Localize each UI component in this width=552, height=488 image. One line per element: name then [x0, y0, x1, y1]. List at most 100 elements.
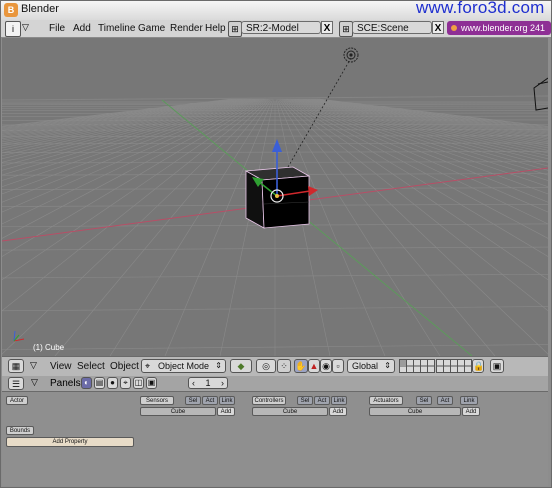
- sensors-act-toggle[interactable]: Act: [202, 396, 218, 405]
- scale-manipulator-button[interactable]: ◉: [320, 359, 332, 373]
- collapse-triangle-icon[interactable]: ▽: [30, 360, 37, 371]
- screen-delete-button[interactable]: X: [321, 21, 333, 34]
- blender-url-badge[interactable]: www.blender.org 241: [447, 21, 551, 35]
- lock-layers-button[interactable]: 🔒: [472, 359, 484, 373]
- manipulator-extra-button[interactable]: ▫: [332, 359, 344, 373]
- image-icon: ▣: [147, 378, 156, 387]
- layer-grid-1[interactable]: [399, 359, 435, 373]
- sensors-title-button[interactable]: Sensors: [140, 396, 174, 405]
- actuators-title-button[interactable]: Actuators: [369, 396, 403, 405]
- sensors-sel-toggle[interactable]: Sel: [185, 396, 201, 405]
- window-type-menu-button[interactable]: i: [5, 21, 21, 37]
- actor-button[interactable]: Actor: [6, 396, 28, 405]
- controllers-link-toggle[interactable]: Link: [331, 396, 347, 405]
- scene-name-field[interactable]: SCE:Scene: [352, 21, 432, 34]
- buttons-header: ☰ ▽ Panels ◐ ▤ ● ⌖ ◫ ▣ ‹ 1 ›: [2, 376, 548, 392]
- screen-browse-button[interactable]: ⊞: [228, 21, 242, 37]
- blender-app-icon: B: [4, 3, 18, 17]
- actuators-act-toggle[interactable]: Act: [437, 396, 453, 405]
- add-property-button[interactable]: Add Property: [6, 437, 134, 447]
- window-title: Blender: [21, 3, 59, 15]
- shading-context-button[interactable]: ●: [107, 377, 118, 389]
- actuators-link-toggle[interactable]: Link: [460, 396, 478, 405]
- menu-file[interactable]: File: [49, 23, 65, 34]
- window-type-icon: i: [12, 24, 14, 34]
- mode-select[interactable]: ⌖ Object Mode ⇕: [141, 359, 226, 373]
- sphere-icon: ●: [110, 378, 115, 387]
- rotate-manipulator-button[interactable]: ▲: [308, 359, 320, 373]
- translate-manipulator-button[interactable]: ✋: [294, 359, 308, 373]
- arrow-left-icon: ‹: [192, 378, 195, 388]
- screen-browse-icon: ⊞: [231, 24, 239, 34]
- panels-label: Panels: [50, 378, 81, 389]
- image-icon: ▣: [492, 361, 502, 371]
- script-icon: ▤: [95, 378, 104, 387]
- triangle-warning-icon: ▲: [309, 361, 319, 371]
- editor-type-button[interactable]: ☰: [8, 377, 24, 390]
- 3d-viewport[interactable]: [2, 38, 548, 356]
- controllers-title-button[interactable]: Controllers: [252, 396, 286, 405]
- controllers-sel-toggle[interactable]: Sel: [297, 396, 313, 405]
- controllers-act-toggle[interactable]: Act: [314, 396, 330, 405]
- menu-render[interactable]: Render: [170, 23, 203, 34]
- updown-arrows-icon: ⇕: [384, 361, 391, 370]
- lamp-icon: [343, 47, 359, 63]
- list-icon: ☰: [11, 379, 21, 389]
- pivot-select[interactable]: ◎: [256, 359, 276, 373]
- menu-timeline[interactable]: Timeline: [98, 23, 135, 34]
- editor-type-button[interactable]: ▦: [8, 359, 24, 373]
- collapse-triangle-icon[interactable]: ▽: [22, 22, 29, 33]
- actuators-add-button[interactable]: Add: [462, 407, 480, 416]
- arrow-right-icon: ›: [221, 378, 224, 388]
- menu-help[interactable]: Help: [205, 23, 226, 34]
- menu-game[interactable]: Game: [138, 23, 165, 34]
- 3d-view-header: ▦ ▽ View Select Object ⌖ Object Mode ⇕ ◆…: [2, 356, 548, 377]
- menu-select[interactable]: Select: [77, 361, 105, 372]
- actuators-object-field[interactable]: Cube: [369, 407, 461, 416]
- orientation-select[interactable]: Global ⇕: [347, 359, 395, 373]
- scene-browse-icon: ⊞: [342, 24, 350, 34]
- editing-context-button[interactable]: ◫: [133, 377, 144, 389]
- draw-type-select[interactable]: ◆: [230, 359, 252, 373]
- hand-icon: ✋: [295, 361, 307, 371]
- ground-grid: [2, 98, 548, 356]
- render-preview-button[interactable]: ▣: [490, 359, 504, 373]
- manipulator-toggle[interactable]: ⁘: [277, 359, 291, 373]
- updown-arrows-icon: ⇕: [215, 361, 222, 370]
- sensors-object-field[interactable]: Cube: [140, 407, 216, 416]
- mode-select-value: Object Mode: [158, 361, 210, 371]
- menu-object[interactable]: Object: [110, 361, 139, 372]
- watermark-text: www.foro3d.com: [416, 0, 545, 17]
- pacman-icon: ◐: [84, 378, 89, 387]
- grid-editor-icon: ▦: [11, 361, 21, 371]
- object-mode-icon: ⌖: [145, 361, 151, 371]
- square-icon: ▫: [336, 361, 340, 371]
- scene-delete-button[interactable]: X: [432, 21, 444, 34]
- menu-add[interactable]: Add: [73, 23, 91, 34]
- lock-icon: 🔒: [473, 361, 485, 371]
- scene-browse-button[interactable]: ⊞: [339, 21, 353, 37]
- frame-number-value: 1: [205, 378, 211, 388]
- controllers-object-field[interactable]: Cube: [252, 407, 328, 416]
- draw-type-icon: ◆: [237, 361, 245, 371]
- screen-name-field[interactable]: SR:2-Model: [241, 21, 321, 34]
- blender-logo-icon: [451, 25, 457, 31]
- sensors-link-toggle[interactable]: Link: [219, 396, 235, 405]
- scene-context-button[interactable]: ▣: [146, 377, 157, 389]
- bounds-button[interactable]: Bounds: [6, 426, 34, 435]
- script-context-button[interactable]: ▤: [94, 377, 105, 389]
- sensors-add-button[interactable]: Add: [217, 407, 235, 416]
- dots-icon: ⁘: [280, 361, 288, 371]
- collapse-triangle-icon[interactable]: ▽: [31, 377, 38, 388]
- actuators-sel-toggle[interactable]: Sel: [416, 396, 432, 405]
- square-icon: ◫: [134, 378, 143, 387]
- menu-view[interactable]: View: [50, 361, 72, 372]
- layer-grid-2[interactable]: [436, 359, 472, 373]
- view-axes-widget: [13, 330, 25, 342]
- controllers-add-button[interactable]: Add: [329, 407, 347, 416]
- logic-context-button[interactable]: ◐: [81, 377, 92, 389]
- frame-number-field[interactable]: ‹ 1 ›: [188, 377, 228, 389]
- info-menu-bar: i ▽ File Add Timeline Game Render Help ⊞…: [0, 20, 552, 38]
- object-context-button[interactable]: ⌖: [120, 377, 131, 389]
- orientation-select-value: Global: [352, 361, 379, 371]
